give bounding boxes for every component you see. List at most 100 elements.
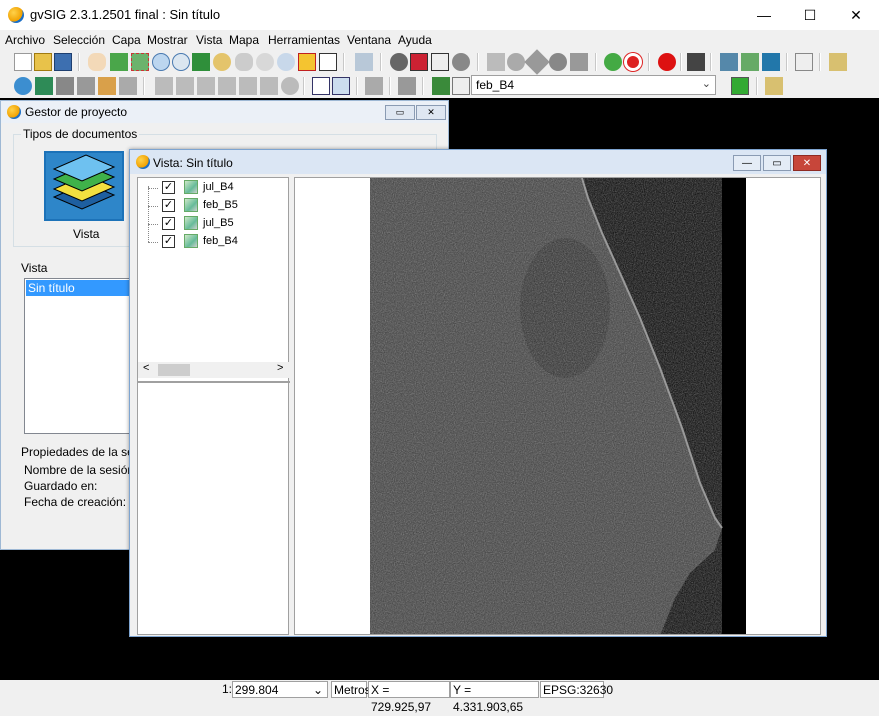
- select-rect-icon[interactable]: [507, 53, 525, 71]
- toolbar-separator: [389, 77, 391, 95]
- add-layer-icon[interactable]: [720, 53, 738, 71]
- search-table-icon[interactable]: [332, 77, 350, 95]
- scrollbar-thumb[interactable]: [158, 364, 190, 376]
- zoom-out-icon[interactable]: [172, 53, 190, 71]
- scroll-right-icon[interactable]: >: [277, 362, 283, 374]
- snapping-icon[interactable]: [795, 53, 813, 71]
- maximize-button[interactable]: ☐: [787, 0, 833, 30]
- menu-mapa[interactable]: Mapa: [229, 33, 259, 47]
- table-icon[interactable]: [312, 77, 330, 95]
- list-item[interactable]: Sin título: [26, 280, 132, 296]
- scroll-left-icon[interactable]: <: [143, 362, 149, 374]
- layer-name: jul_B5: [203, 217, 234, 229]
- close-button[interactable]: ✕: [416, 105, 446, 120]
- menu-ayuda[interactable]: Ayuda: [398, 33, 432, 47]
- layer-name: feb_B4: [203, 235, 238, 247]
- tools-edit-icon[interactable]: [98, 77, 116, 95]
- globe-icon[interactable]: [14, 77, 32, 95]
- magnifier-icon[interactable]: [277, 53, 295, 71]
- restore-button[interactable]: ▭: [385, 105, 415, 120]
- zoom-previous-icon[interactable]: [235, 53, 253, 71]
- overview-icon[interactable]: [319, 53, 337, 71]
- toolbar-separator: [648, 53, 650, 71]
- locator-map-icon[interactable]: [298, 53, 316, 71]
- select-by-layer-icon[interactable]: [570, 53, 588, 71]
- view-document-type-icon[interactable]: [44, 151, 124, 221]
- select-polygon-icon[interactable]: [524, 49, 550, 75]
- layer-visibility-checkbox[interactable]: ✓: [162, 217, 175, 230]
- maximize-button[interactable]: ▭: [763, 155, 791, 171]
- raster-tools-icon[interactable]: [281, 77, 299, 95]
- target-icon[interactable]: [624, 53, 642, 71]
- pan-hand-icon[interactable]: [88, 53, 106, 71]
- measure-icon[interactable]: [410, 53, 428, 71]
- raster-band-icon[interactable]: [260, 77, 278, 95]
- raster-layer-icon: [184, 180, 198, 194]
- map-canvas[interactable]: [294, 177, 821, 635]
- select-pointer-icon[interactable]: [487, 53, 505, 71]
- toolbar-separator: [680, 53, 682, 71]
- active-layer-dropdown[interactable]: feb_B4 ⌄: [471, 75, 716, 95]
- scale-dropdown[interactable]: 299.804 ⌄: [232, 681, 328, 698]
- zoom-in-icon[interactable]: [152, 53, 170, 71]
- raster-mosaic-icon[interactable]: [197, 77, 215, 95]
- minimize-button[interactable]: —: [741, 0, 787, 30]
- export-icon[interactable]: [741, 53, 759, 71]
- window-title: gvSIG 2.3.1.2501 final : Sin título: [30, 7, 221, 22]
- add-document-icon[interactable]: [731, 77, 749, 95]
- menu-herramientas[interactable]: Herramientas: [268, 33, 340, 47]
- layer-visibility-checkbox[interactable]: ✓: [162, 181, 175, 194]
- open-folder-icon[interactable]: [34, 53, 52, 71]
- download-icon[interactable]: [762, 53, 780, 71]
- grid-icon[interactable]: [119, 77, 137, 95]
- menu-mostrar[interactable]: Mostrar: [147, 33, 188, 47]
- refresh-icon[interactable]: [355, 53, 373, 71]
- scale-value: 299.804: [235, 683, 279, 697]
- minimize-button[interactable]: —: [733, 155, 761, 171]
- raster-process-icon[interactable]: [365, 77, 383, 95]
- error-log-icon[interactable]: [658, 53, 676, 71]
- layers-stack-icon[interactable]: [432, 77, 450, 95]
- layer-properties-icon[interactable]: [452, 77, 470, 95]
- menu-capa[interactable]: Capa: [112, 33, 141, 47]
- raster-layers-icon[interactable]: [398, 77, 416, 95]
- save-icon[interactable]: [54, 53, 72, 71]
- print-icon[interactable]: [431, 53, 449, 71]
- layer-visibility-checkbox[interactable]: ✓: [162, 235, 175, 248]
- transform-icon[interactable]: [56, 77, 74, 95]
- edit-icon[interactable]: [77, 77, 95, 95]
- toc-splitter[interactable]: [138, 381, 290, 383]
- menu-ventana[interactable]: Ventana: [347, 33, 391, 47]
- scripting-icon[interactable]: [829, 53, 847, 71]
- layers-icon[interactable]: [192, 53, 210, 71]
- status-bar: 1: 299.804 ⌄ Metros X = 729.925,97 Y = 4…: [0, 680, 879, 714]
- hyperlink-icon[interactable]: [452, 53, 470, 71]
- zoom-layer-icon[interactable]: [213, 53, 231, 71]
- zoom-select-icon[interactable]: [131, 53, 149, 71]
- close-button[interactable]: ✕: [793, 155, 821, 171]
- map-document-icon[interactable]: [765, 77, 783, 95]
- active-layer-value: feb_B4: [476, 78, 515, 92]
- menu-archivo[interactable]: Archivo: [5, 33, 45, 47]
- map-icon[interactable]: [35, 77, 53, 95]
- layer-visibility-checkbox[interactable]: ✓: [162, 199, 175, 212]
- new-file-icon[interactable]: [14, 53, 32, 71]
- tools-icon[interactable]: [687, 53, 705, 71]
- zoom-next-icon[interactable]: [256, 53, 274, 71]
- info-icon[interactable]: [390, 53, 408, 71]
- raster-band-icon[interactable]: [176, 77, 194, 95]
- toolbar-secondary: [0, 74, 879, 98]
- menu-seleccion[interactable]: Selección: [53, 33, 105, 47]
- settings-gear-icon[interactable]: [604, 53, 622, 71]
- project-manager-title-bar: Gestor de proyecto ▭ ✕: [1, 101, 448, 123]
- toc-horizontal-scrollbar[interactable]: < >: [138, 362, 290, 378]
- raster-band-icon[interactable]: [218, 77, 236, 95]
- toolbar-separator: [477, 53, 479, 71]
- zoom-full-icon[interactable]: [110, 53, 128, 71]
- select-circle-icon[interactable]: [549, 53, 567, 71]
- menu-vista[interactable]: Vista: [196, 33, 222, 47]
- raster-band-icon[interactable]: [239, 77, 257, 95]
- close-button[interactable]: ✕: [833, 0, 879, 30]
- raster-band-icon[interactable]: [155, 77, 173, 95]
- toolbar-separator: [595, 53, 597, 71]
